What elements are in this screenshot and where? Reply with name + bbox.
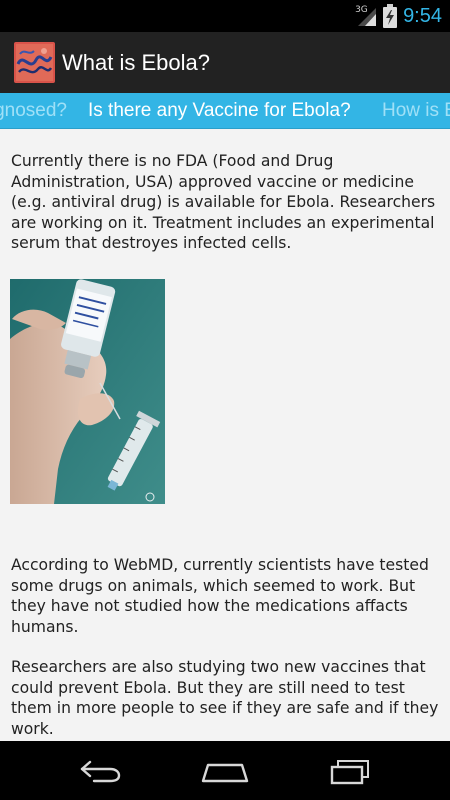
network-type-label: 3G xyxy=(355,5,368,15)
status-icons: 3G 9:54 xyxy=(355,3,442,29)
action-bar: What is Ebola? xyxy=(0,32,450,93)
article-content[interactable]: Currently there is no FDA (Food and Drug… xyxy=(0,129,450,741)
vaccine-vial-syringe-photo xyxy=(10,279,165,504)
tab-next[interactable]: How is Ebola treated? xyxy=(382,93,450,128)
tab-current[interactable]: Is there any Vaccine for Ebola? xyxy=(88,93,351,128)
ebola-app-logo-icon[interactable] xyxy=(14,42,55,83)
tab-previous[interactable]: How is Ebola diagnosed? xyxy=(0,93,67,128)
back-icon xyxy=(80,760,121,783)
back-button[interactable] xyxy=(70,753,130,789)
recents-button[interactable] xyxy=(320,753,380,789)
app-title: What is Ebola? xyxy=(62,50,210,75)
app-screen: 3G 9:54 What is Ebola? nosed? Is there a… xyxy=(0,0,450,800)
article-paragraph-3: Researchers are also studying two new va… xyxy=(11,658,439,738)
article-paragraph-2: According to WebMD, currently scientists… xyxy=(11,556,429,636)
navigation-bar xyxy=(0,741,450,800)
article-paragraph-1: Currently there is no FDA (Food and Drug… xyxy=(11,152,436,253)
battery-charging-icon xyxy=(383,4,398,28)
home-icon xyxy=(201,763,249,783)
status-bar: 3G 9:54 xyxy=(0,0,450,32)
recents-icon xyxy=(330,760,369,785)
tab-strip: How is Ebola diagnosed? Is there any Vac… xyxy=(0,93,450,129)
signal-indicator: 3G xyxy=(355,5,377,27)
home-button[interactable] xyxy=(195,753,255,789)
clock: 9:54 xyxy=(403,5,442,27)
